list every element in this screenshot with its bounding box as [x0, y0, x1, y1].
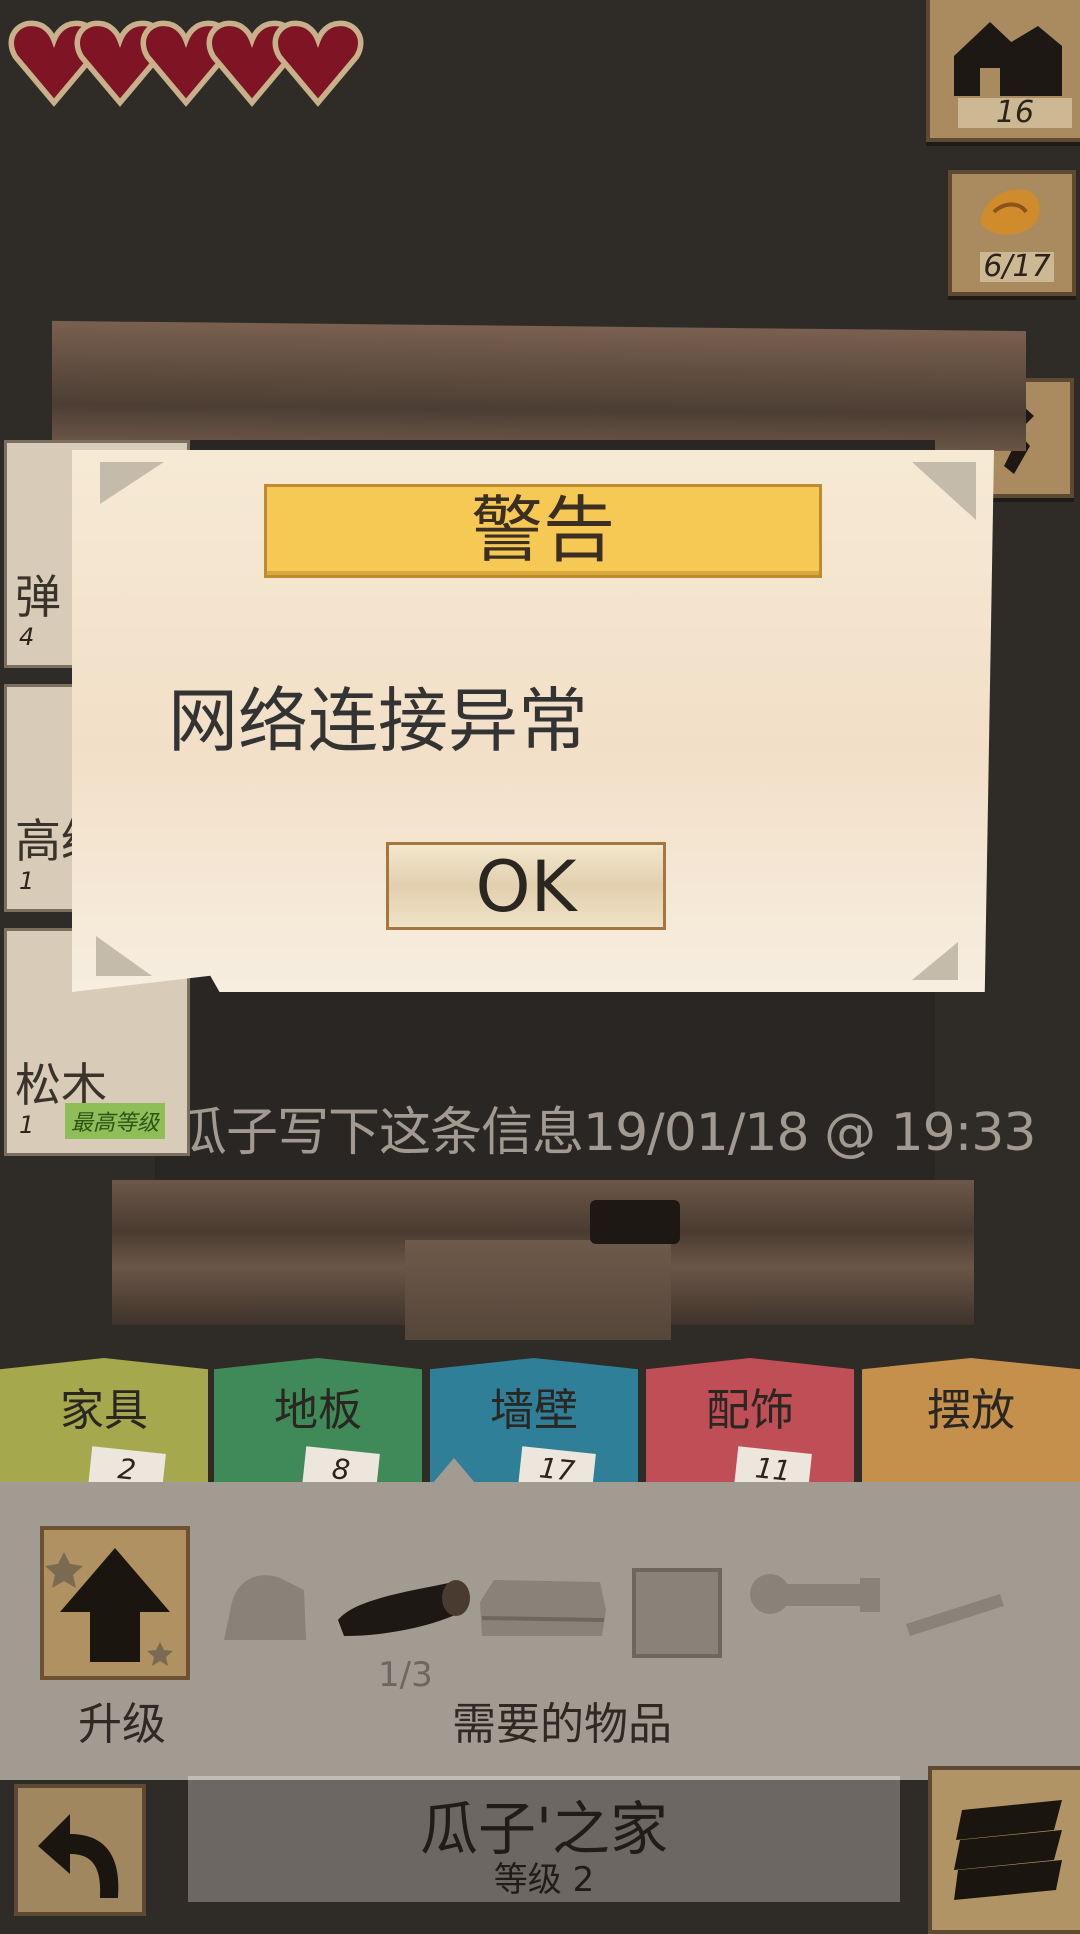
cards-button[interactable] [928, 1766, 1080, 1934]
houses-count: 16 [958, 98, 1072, 128]
upgrade-button[interactable] [40, 1526, 190, 1680]
arrow-up-icon [45, 1548, 173, 1666]
wood-button[interactable]: 6/17 [948, 170, 1076, 296]
house-level: 等级 2 [493, 1860, 595, 1900]
houses-button[interactable]: 16 [926, 0, 1080, 142]
tab-label: 地板 [274, 1385, 362, 1436]
list-item-label: 弹 [15, 570, 61, 624]
tab-label: 配饰 [706, 1385, 794, 1436]
cards-stack-icon [954, 1800, 1062, 1900]
upgrade-label: 升级 [78, 1699, 166, 1750]
board-top [52, 320, 1026, 452]
screw-icon [750, 1574, 880, 1614]
ok-button[interactable]: OK [386, 842, 666, 930]
tab-label: 墙壁 [490, 1385, 578, 1436]
plank-stack-icon [480, 1580, 606, 1636]
max-level-badge: 最高等级 [65, 1103, 166, 1139]
panel-notch [432, 1458, 476, 1484]
list-item-level: 1 [19, 867, 35, 895]
tab-accessories[interactable]: 配饰 11 [646, 1358, 854, 1498]
tab-label: 家具 [60, 1385, 148, 1436]
list-item-level: 4 [19, 623, 35, 651]
wood-count: 6/17 [980, 252, 1054, 282]
board-step [405, 1240, 671, 1340]
heart-icon [272, 20, 364, 107]
tab-label: 摆放 [927, 1385, 1015, 1436]
corner-icon [912, 942, 958, 980]
corner-icon [96, 936, 152, 976]
wood-icon [980, 189, 1040, 235]
back-button[interactable] [14, 1784, 146, 1916]
corner-icon [912, 462, 976, 520]
needed-items-label: 需要的物品 [452, 1699, 672, 1750]
stone-icon [224, 1575, 306, 1640]
nail-icon [906, 1594, 1004, 1636]
health-hearts [8, 14, 368, 124]
corner-icon [100, 462, 164, 504]
board-note: 瓜子写下这条信息19/01/18 @ 19:33 [175, 1103, 1036, 1163]
back-arrow-icon [38, 1814, 119, 1898]
dialog-message: 网络连接异常 [168, 680, 588, 762]
tab-furniture[interactable]: 家具 2 [0, 1358, 208, 1498]
tab-floor[interactable]: 地板 8 [214, 1358, 422, 1498]
page-indicator: 1/3 [378, 1655, 433, 1695]
house-icon [954, 22, 1062, 96]
stone-block-icon [632, 1568, 722, 1658]
tab-placement[interactable]: 摆放 [862, 1358, 1080, 1498]
shelf-object [590, 1200, 680, 1244]
list-item-level: 1 [19, 1111, 35, 1139]
dialog-title: 警告 [470, 488, 615, 572]
log-icon [338, 1580, 470, 1636]
